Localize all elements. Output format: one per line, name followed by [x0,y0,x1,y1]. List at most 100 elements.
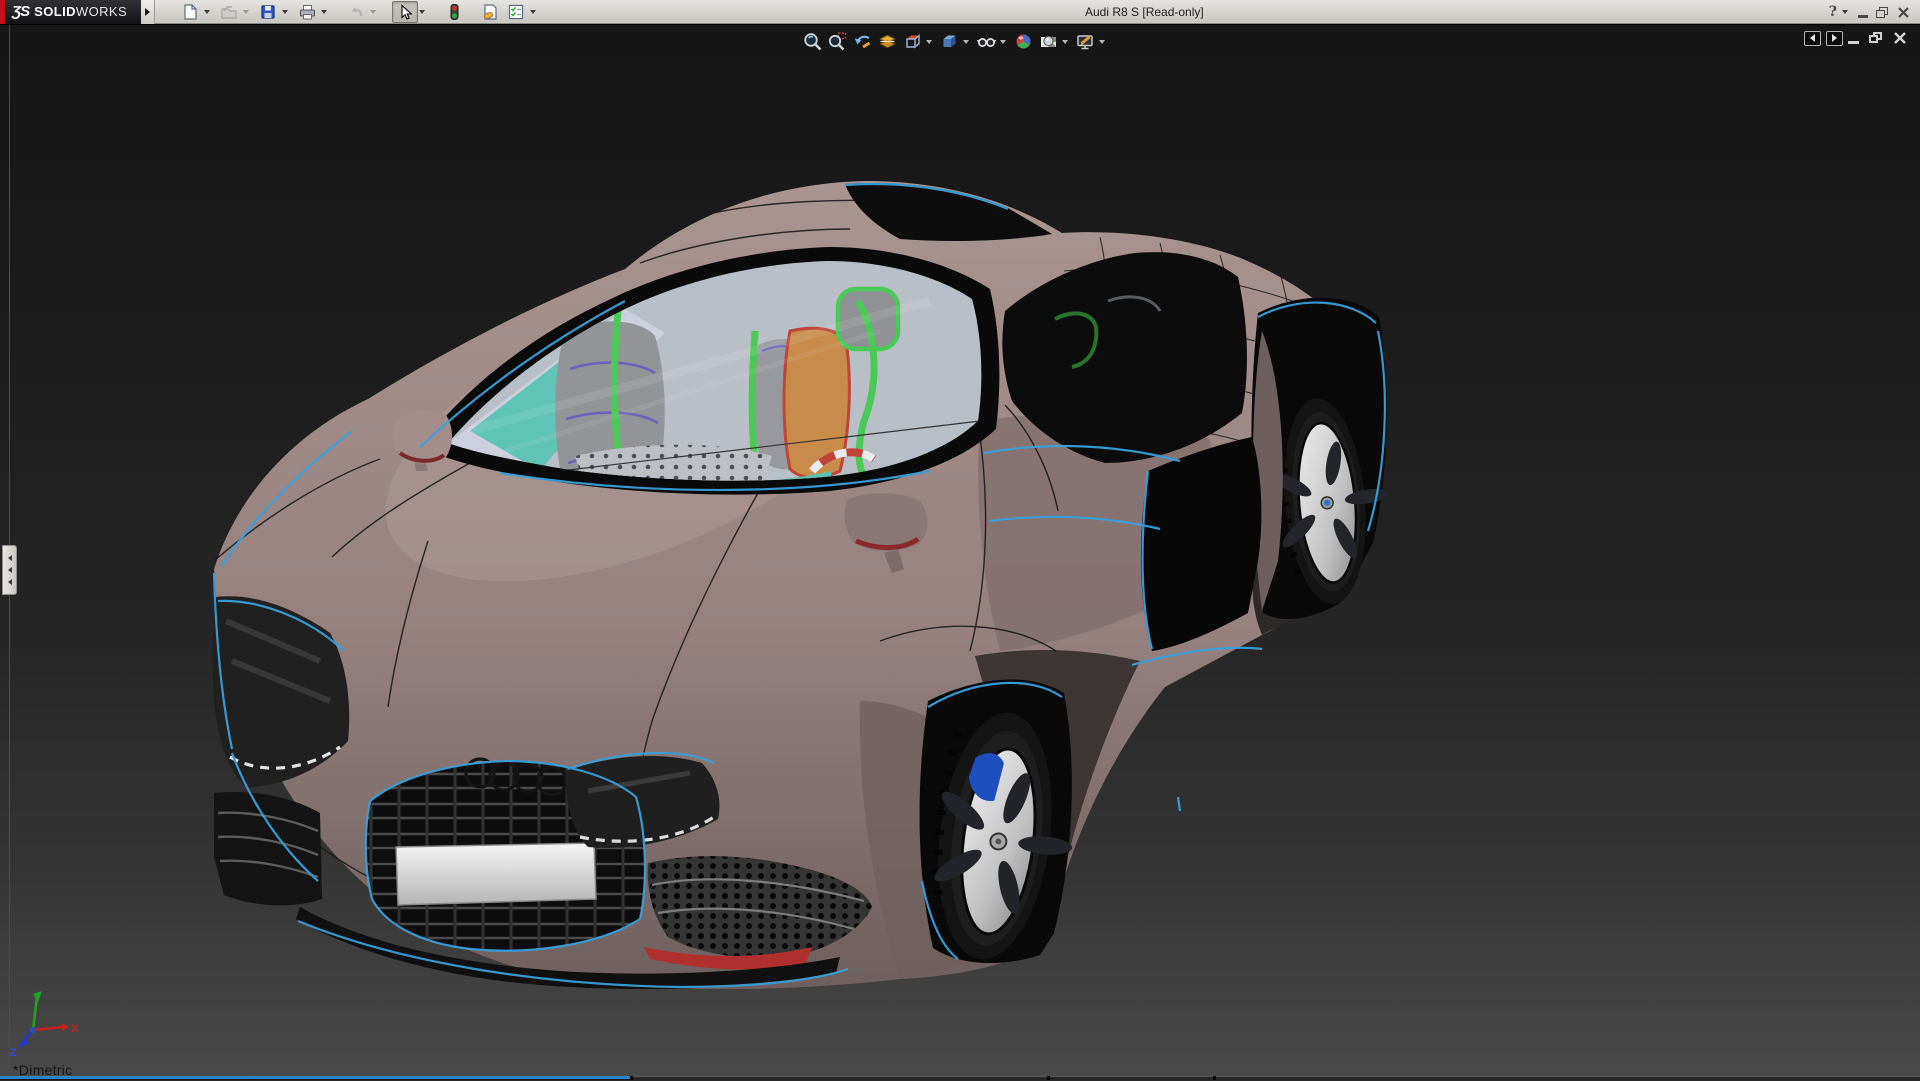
zoom-to-fit-icon [804,33,822,51]
undo-arrow-icon [351,6,363,16]
new-document-button[interactable] [177,1,203,23]
zoom-to-area-icon [828,32,847,51]
status-bar-separator [630,1076,633,1080]
dropdown-arrow-icon[interactable] [282,9,289,14]
save-button[interactable] [255,1,281,23]
dropdown-arrow-icon[interactable] [530,9,537,14]
view-settings-icon [1077,35,1093,50]
display-style-button[interactable] [938,30,961,53]
rear-wheel[interactable] [1251,297,1398,619]
view-orientation-cube-icon [906,33,920,49]
window-controls: ? [1825,0,1914,24]
front-wheel[interactable] [918,679,1088,969]
edit-appearance-sphere-icon [1016,34,1031,49]
status-bar [0,1076,1920,1080]
open-document-button[interactable] [216,1,242,23]
doc-close-button[interactable] [1888,29,1912,47]
section-view-button[interactable] [876,30,899,53]
zoom-to-area-button[interactable] [826,30,849,53]
display-style-cube-icon [943,35,956,47]
solidworks-mark: ƷS [12,3,30,20]
zoom-to-fit-button[interactable] [801,30,824,53]
dropdown-arrow-icon[interactable] [1062,39,1068,44]
chevron-left-icon [1810,34,1815,42]
new-document-icon [184,3,197,20]
status-bar-segment [633,1076,1920,1080]
select-tool-button[interactable] [392,0,419,23]
pane-left-button[interactable] [1804,30,1821,46]
dropdown-arrow-icon[interactable] [963,39,969,44]
document-window-controls [1799,29,1912,47]
logo-red-strip [0,0,5,24]
chevron-left-icon [7,555,12,561]
chevron-left-icon [7,579,12,585]
view-orientation-label: *Dimetric [13,1062,73,1078]
x-axis-arrow [62,1023,69,1031]
close-button[interactable] [1893,2,1914,22]
rebuild-button[interactable] [441,1,467,23]
status-bar-separator [1213,1076,1216,1080]
restore-icon [1869,32,1883,44]
undo-button[interactable] [343,1,369,23]
options-checklist-icon [508,4,524,19]
doc-restore-button[interactable] [1864,29,1888,47]
dropdown-arrow-icon[interactable] [419,9,426,14]
close-icon [1898,6,1909,18]
audi-r8-model[interactable] [0,25,1920,1081]
headsup-toolbar [800,30,1110,53]
edit-appearance-button[interactable] [1012,30,1035,53]
feature-panel-splitter[interactable] [2,545,17,595]
apply-scene-button[interactable] [1037,30,1060,53]
hide-show-glasses-icon [976,38,997,47]
license-plate [395,842,597,906]
status-bar-active-segment [0,1076,630,1080]
viewport-canvas[interactable]: X Z *Dimetric [0,24,1920,1080]
window-title: Audi R8 S [Read-only] [1085,5,1204,19]
status-bar-separator [1047,1076,1050,1080]
previous-view-icon [854,35,871,49]
toolbar-flyout-button[interactable] [141,0,156,24]
dropdown-arrow-icon[interactable] [204,9,211,14]
print-icon [299,4,316,19]
section-view-icon [879,34,896,49]
logo-text-bold: SOLID [34,4,76,19]
dropdown-arrow-icon[interactable] [1842,10,1848,14]
view-orientation-button[interactable] [901,30,924,53]
help-button[interactable]: ? [1825,2,1841,22]
print-button[interactable] [294,1,320,23]
logo-text-light: WORKS [75,4,128,19]
minimize-icon [1858,14,1868,18]
z-axis-label: Z [10,1047,17,1059]
dropdown-arrow-icon[interactable] [1000,39,1006,44]
chevron-right-icon [1832,34,1837,42]
dropdown-arrow-icon [243,9,250,14]
origin-point [30,1027,36,1033]
minimize-button[interactable] [1854,2,1872,22]
save-floppy-icon [261,4,275,19]
dropdown-arrow-icon[interactable] [321,9,328,14]
minimize-icon [1848,41,1859,44]
restore-button[interactable] [1872,2,1893,22]
chevron-left-icon [7,567,12,573]
solidworks-logo: ƷS SOLID WORKS [0,0,142,24]
file-properties-icon [483,3,497,20]
file-properties-button[interactable] [477,1,503,23]
x-axis-label: X [71,1023,79,1035]
standard-toolbar [177,0,542,23]
options-button[interactable] [503,1,529,23]
dropdown-arrow-icon[interactable] [1099,39,1105,44]
question-icon: ? [1828,4,1837,20]
dropdown-arrow-icon [370,9,377,14]
hide-show-items-button[interactable] [975,30,998,53]
rebuild-traffic-light-icon [450,3,459,20]
pane-right-button[interactable] [1826,30,1843,46]
y-axis-arrow [33,991,42,1002]
apply-scene-icon [1041,35,1056,47]
view-settings-button[interactable] [1074,30,1097,53]
dropdown-arrow-icon[interactable] [926,39,932,44]
chevron-right-icon [145,7,151,16]
restore-icon [1876,6,1889,18]
titlebar: ƷS SOLID WORKS Audi R8 S [Read-only] ? [0,0,1920,24]
previous-view-button[interactable] [851,30,874,53]
doc-minimize-button[interactable] [1843,29,1864,47]
